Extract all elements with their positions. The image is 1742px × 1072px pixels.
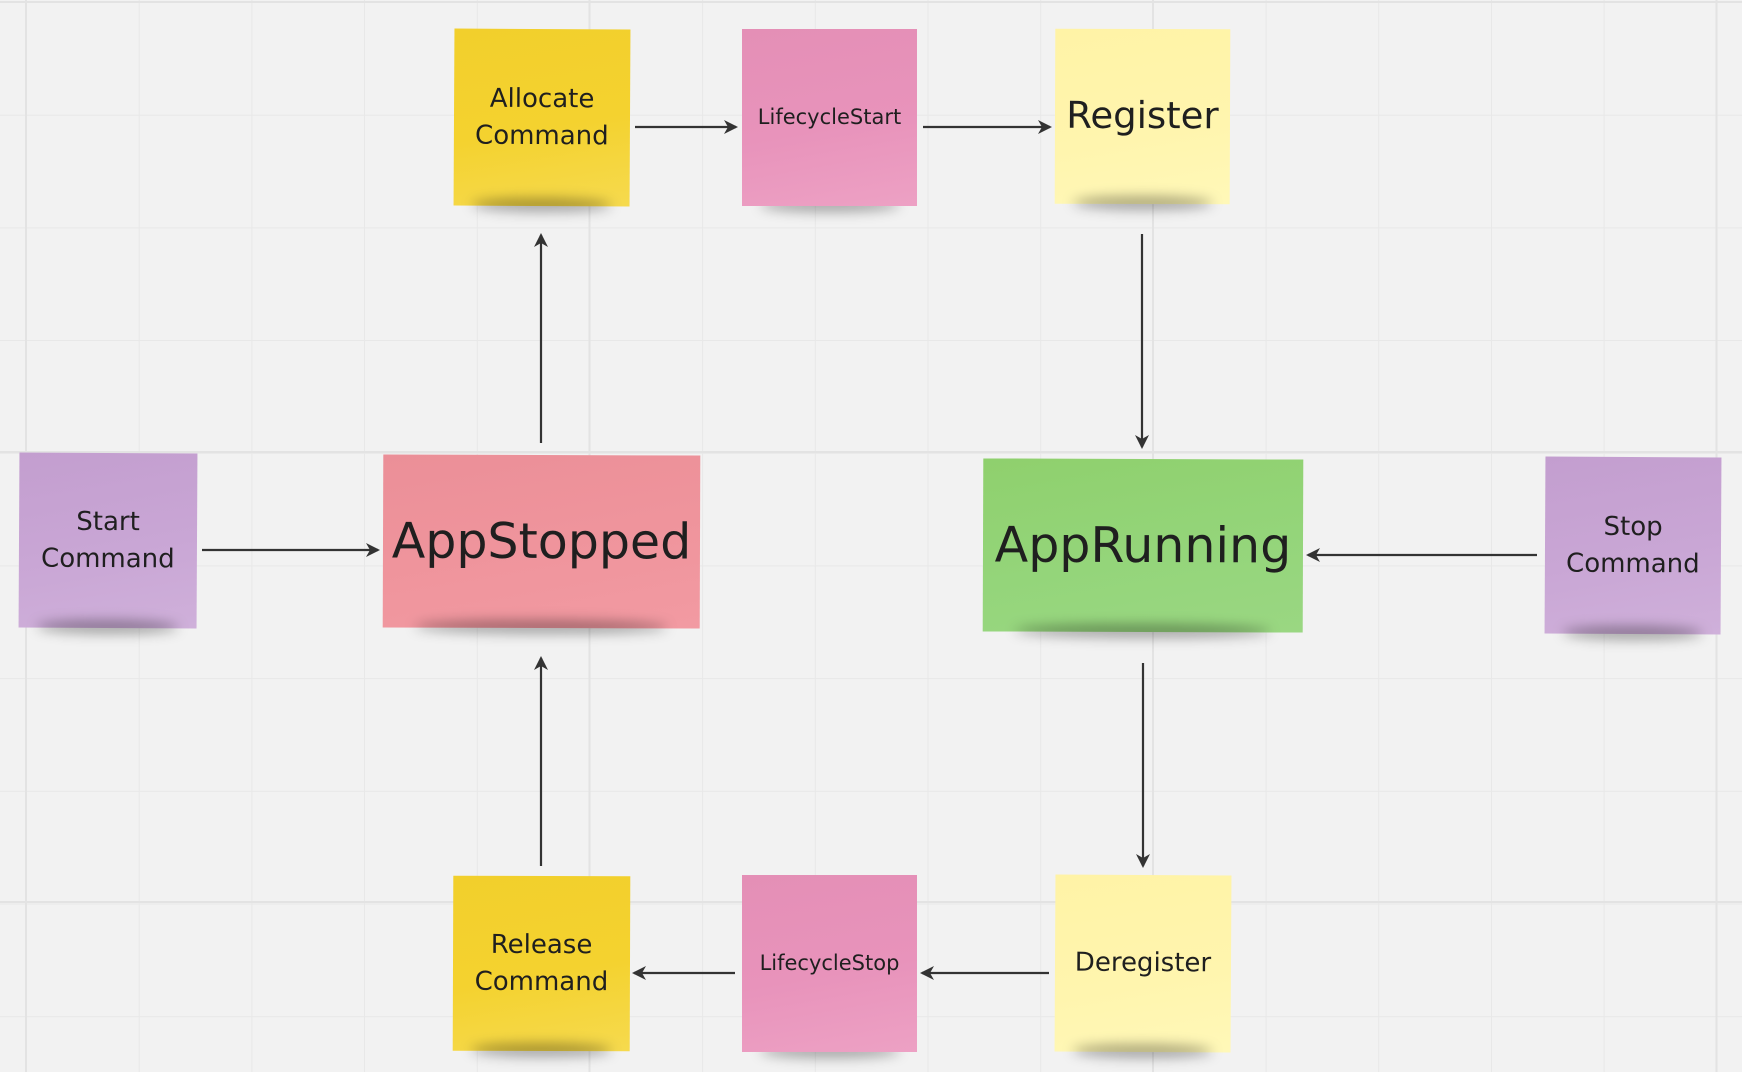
sticky-note-register[interactable]: Register (1054, 28, 1231, 205)
sticky-note-allocate-command[interactable]: Allocate Command (453, 28, 631, 207)
note-label: LifecycleStart (757, 104, 902, 129)
sticky-note-app-stopped[interactable]: AppStopped (382, 454, 701, 629)
sticky-note-lifecycle-stop[interactable]: LifecycleStop (742, 875, 917, 1052)
sticky-note-deregister[interactable]: Deregister (1054, 874, 1232, 1053)
note-label: Stop Command (1566, 511, 1700, 579)
note-label: AppRunning (994, 516, 1292, 575)
note-label: Deregister (1074, 947, 1212, 979)
note-label: Start Command (41, 506, 175, 574)
note-label: AppStopped (391, 512, 692, 571)
sticky-note-app-running[interactable]: AppRunning (982, 458, 1304, 633)
note-label: Release Command (474, 929, 609, 997)
sticky-note-release-command[interactable]: Release Command (452, 875, 631, 1052)
note-label: Register (1066, 93, 1219, 138)
sticky-note-stop-command[interactable]: Stop Command (1544, 456, 1722, 635)
note-label: LifecycleStop (759, 950, 900, 975)
sticky-note-start-command[interactable]: Start Command (18, 452, 198, 629)
sticky-note-lifecycle-start[interactable]: LifecycleStart (742, 29, 917, 206)
note-label: Allocate Command (475, 83, 609, 151)
